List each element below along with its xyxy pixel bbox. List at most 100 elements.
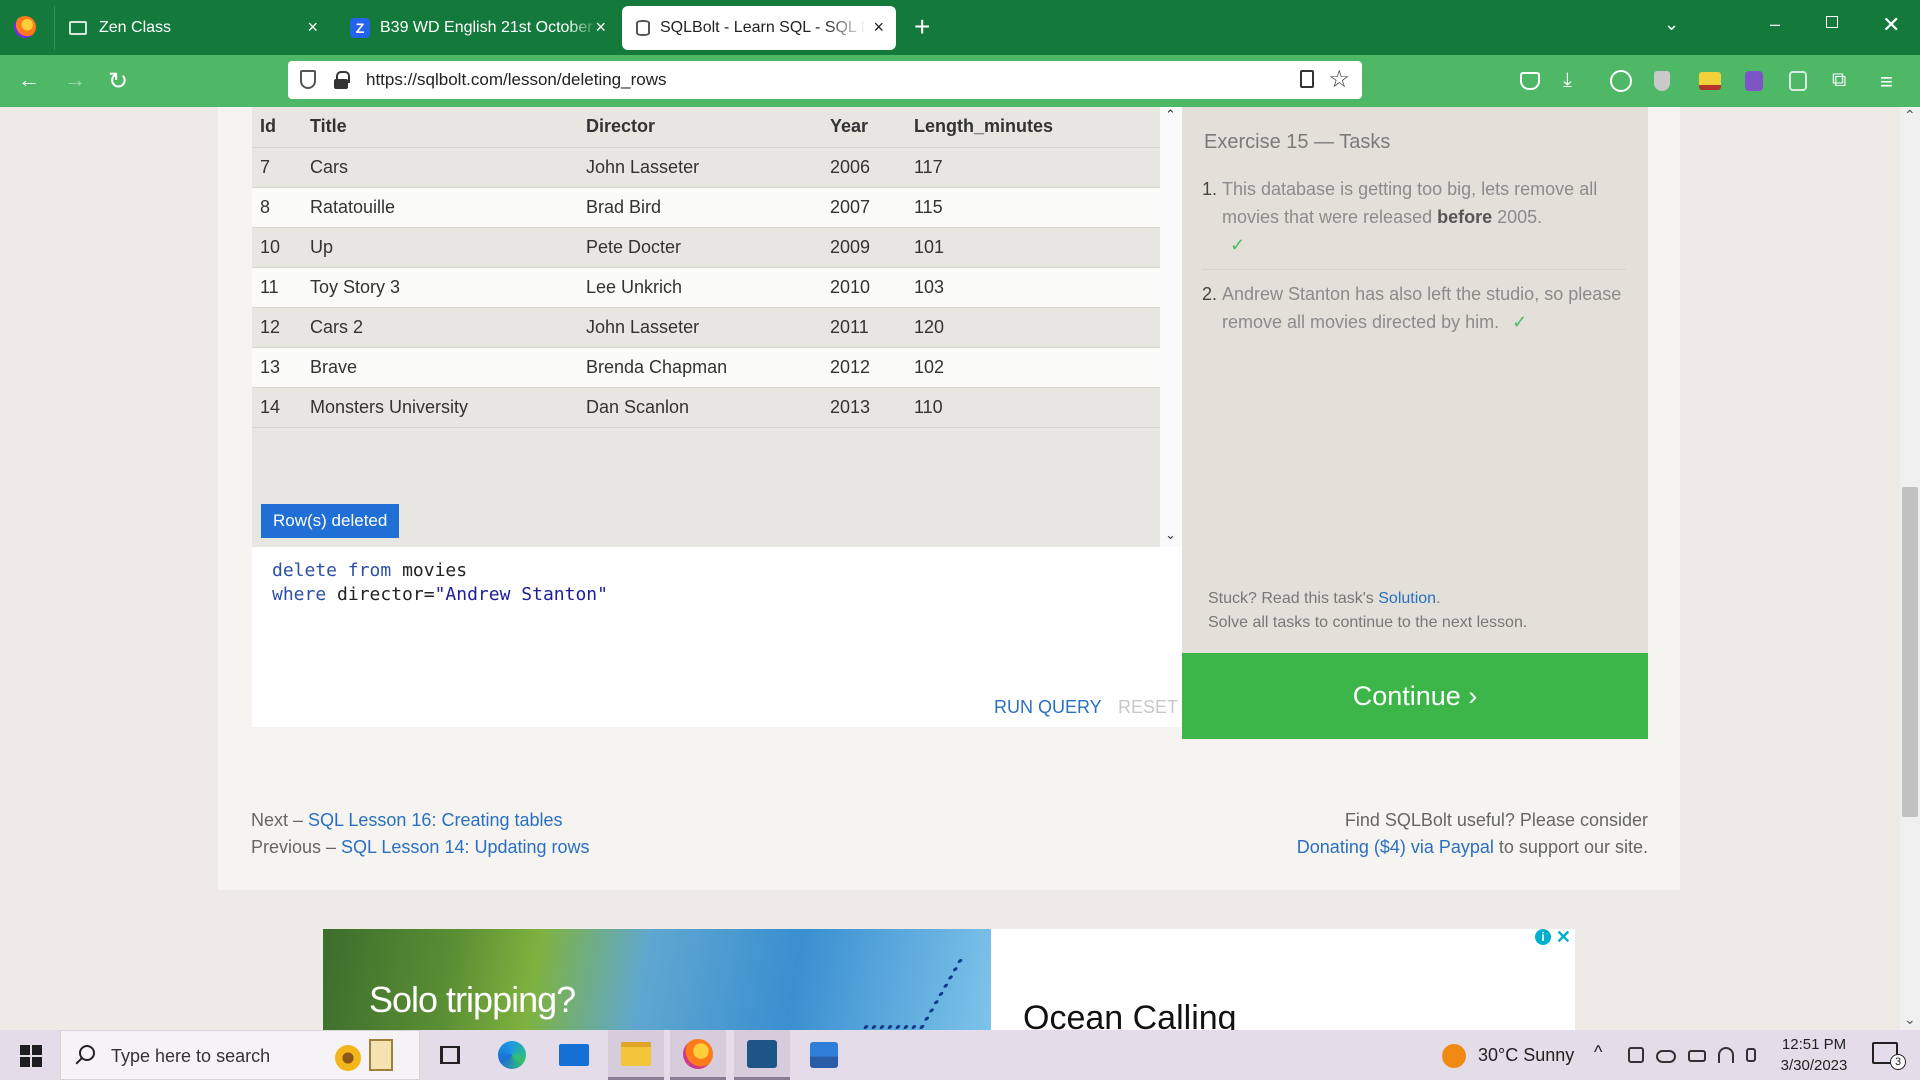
advertisement-banner[interactable]: Solo tripping? Ocean Calling i ✕	[323, 929, 1575, 1030]
address-bar[interactable]: https://sqlbolt.com/lesson/deleting_rows…	[288, 61, 1362, 99]
ad-headline[interactable]: Ocean Calling	[1023, 999, 1237, 1030]
table-cell: 115	[906, 186, 1160, 227]
weather-text[interactable]: 30°C Sunny	[1478, 1045, 1574, 1066]
list-all-tabs-button[interactable]: ⌄	[1664, 14, 1679, 35]
wifi-icon[interactable]	[1718, 1047, 1734, 1063]
airplane-route-icon	[862, 959, 964, 1029]
minimize-button[interactable]: –	[1770, 14, 1780, 35]
sql-code[interactable]: delete from movies where director="Andre…	[272, 559, 608, 607]
extension-outline-icon[interactable]	[1789, 71, 1807, 91]
table-cell: 2009	[822, 226, 906, 267]
new-tab-button[interactable]: +	[914, 12, 930, 42]
reset-button[interactable]: RESET	[1118, 697, 1178, 718]
meet-now-icon[interactable]	[1628, 1047, 1644, 1063]
bookmark-star-icon[interactable]: ☆	[1328, 65, 1350, 94]
reader-view-icon[interactable]	[1300, 70, 1314, 88]
check-icon: ✓	[1230, 235, 1246, 255]
scroll-up-arrow-icon[interactable]: ⌃	[1165, 107, 1176, 123]
back-button[interactable]: ←	[18, 67, 40, 93]
battery-icon[interactable]	[1688, 1050, 1706, 1062]
ad-info-icon[interactable]: i	[1535, 929, 1551, 945]
account-icon[interactable]	[1610, 70, 1632, 92]
table-cell: John Lasseter	[578, 306, 822, 347]
donate-link[interactable]: Donating ($4) via Paypal	[1297, 837, 1494, 857]
table-row: 12 Cars 2 John Lasseter 2011 120	[252, 306, 1160, 347]
sql-editor[interactable]: delete from movies where director="Andre…	[252, 547, 1182, 727]
table-cell: Brenda Chapman	[578, 346, 822, 387]
search-placeholder[interactable]: Type here to search	[111, 1046, 270, 1067]
pocket-icon[interactable]	[1520, 72, 1540, 90]
scroll-up-arrow-icon[interactable]: ⌃	[1904, 107, 1916, 124]
volume-icon[interactable]	[1746, 1048, 1756, 1062]
extension-purple-icon[interactable]	[1745, 71, 1763, 91]
check-icon: ✓	[1512, 312, 1528, 332]
navigation-toolbar: ← → ↻ https://sqlbolt.com/lesson/deletin…	[0, 55, 1920, 107]
table-cell: 11	[252, 266, 302, 307]
forward-button[interactable]: →	[64, 67, 86, 93]
ad-image[interactable]: Solo tripping?	[323, 929, 991, 1030]
weather-sun-icon[interactable]	[1442, 1044, 1466, 1068]
tab-title: Zen Class	[99, 19, 172, 36]
menu-icon[interactable]: ≡	[1880, 69, 1893, 95]
extensions-icon[interactable]: ⧉	[1832, 69, 1846, 92]
table-cell: 13	[252, 346, 302, 387]
table-cell: Dan Scanlon	[578, 386, 822, 428]
close-tab-icon[interactable]: ×	[307, 17, 318, 38]
page-viewport: Id Title Director Year Length_minutes 7 Cars J…	[0, 107, 1900, 1030]
clock-time: 12:51 PM	[1781, 1036, 1847, 1053]
zoom-icon: Z	[350, 18, 370, 38]
table-cell: Pete Docter	[578, 226, 822, 267]
task-view-button[interactable]	[422, 1030, 478, 1080]
edge-app[interactable]	[484, 1030, 540, 1080]
solution-link[interactable]: Solution	[1378, 590, 1436, 607]
next-lesson-link[interactable]: SQL Lesson 16: Creating tables	[308, 810, 563, 830]
tab-b39-wd-english[interactable]: Z B39 WD English 21st October 2022 ×	[336, 6, 618, 50]
ad-close-icon[interactable]: ✕	[1556, 929, 1571, 948]
close-tab-icon[interactable]: ×	[595, 17, 606, 38]
close-window-button[interactable]: ✕	[1882, 12, 1900, 38]
extension-shield-icon[interactable]	[1654, 71, 1670, 91]
restore-button[interactable]	[1826, 16, 1838, 28]
download-icon[interactable]: ⤓	[1563, 69, 1572, 92]
photos-icon	[810, 1042, 838, 1068]
url-text[interactable]: https://sqlbolt.com/lesson/deleting_rows	[366, 70, 667, 90]
onedrive-cloud-icon[interactable]	[1656, 1050, 1676, 1063]
mail-icon	[559, 1044, 589, 1066]
firefox-app[interactable]	[670, 1030, 726, 1080]
close-tab-icon[interactable]: ×	[873, 17, 884, 38]
task-view-icon	[440, 1046, 460, 1064]
mail-app[interactable]	[546, 1030, 602, 1080]
previous-lesson-link[interactable]: SQL Lesson 14: Updating rows	[341, 837, 589, 857]
folder-icon	[621, 1041, 651, 1066]
scroll-thumb[interactable]	[1902, 487, 1918, 817]
mysql-workbench-app[interactable]	[734, 1030, 790, 1080]
search-highlight-art[interactable]	[331, 1039, 403, 1073]
task-item: 1. This database is getting too big, let…	[1202, 175, 1626, 270]
tab-sqlbolt[interactable]: SQLBolt - Learn SQL - SQL Lesson 15: Del…	[622, 6, 896, 50]
tab-zen-class[interactable]: Zen Class ×	[54, 6, 330, 50]
results-scrollbar[interactable]: ⌃ ⌄	[1160, 107, 1182, 547]
file-explorer-app[interactable]	[608, 1030, 664, 1080]
table-cell: Brad Bird	[578, 186, 822, 227]
search-icon	[79, 1045, 95, 1061]
edge-icon	[498, 1041, 526, 1069]
extension-color-icon[interactable]	[1699, 72, 1721, 90]
table-cell: Up	[302, 226, 578, 267]
page-scrollbar[interactable]: ⌃ ⌄	[1900, 107, 1920, 1030]
column-header: Length_minutes	[914, 116, 1054, 137]
reload-button[interactable]: ↻	[108, 67, 128, 96]
scroll-down-arrow-icon[interactable]: ⌄	[1165, 527, 1176, 543]
lock-icon[interactable]	[334, 71, 350, 89]
start-button[interactable]	[20, 1045, 42, 1067]
run-query-button[interactable]: RUN QUERY	[994, 697, 1102, 718]
photos-app[interactable]	[796, 1030, 852, 1080]
tracking-protection-icon[interactable]	[300, 70, 316, 89]
table-cell: Monsters University	[302, 386, 578, 428]
scroll-down-arrow-icon[interactable]: ⌄	[1904, 1011, 1916, 1028]
system-clock[interactable]: 12:51 PM 3/30/2023	[1774, 1034, 1854, 1076]
show-hidden-icons-chevron-icon[interactable]: ^	[1594, 1042, 1602, 1063]
taskbar-search[interactable]: Type here to search	[60, 1030, 420, 1080]
continue-button[interactable]: Continue ›	[1182, 653, 1648, 739]
firefox-icon	[683, 1038, 713, 1069]
database-icon	[636, 20, 650, 36]
